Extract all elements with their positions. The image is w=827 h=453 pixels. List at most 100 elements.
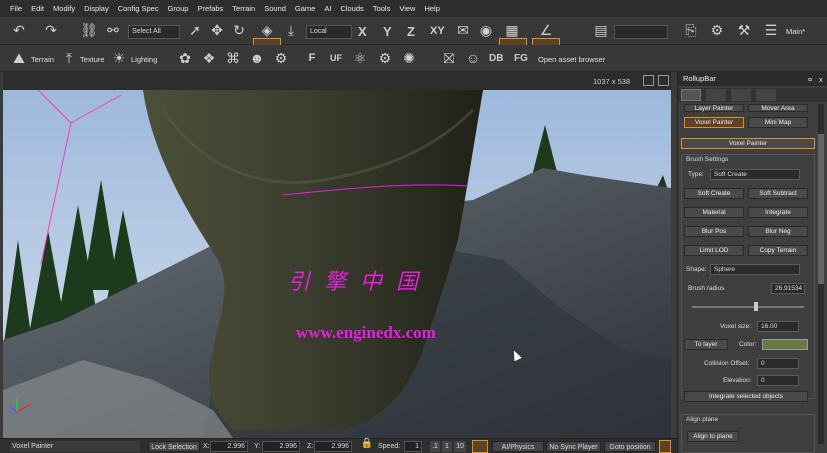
character-icon[interactable]: ☻ <box>248 50 266 68</box>
menu-ai[interactable]: AI <box>324 4 331 13</box>
soft-subtract-button[interactable]: Soft Subtract <box>748 188 808 199</box>
lock-icon[interactable]: 🔒 <box>358 436 376 453</box>
integrate-button[interactable]: Integrate <box>748 207 808 218</box>
mover-area-button[interactable]: Mover Area <box>748 104 808 112</box>
menu-file[interactable]: File <box>10 4 22 13</box>
lock-selection-button[interactable]: Lock Selection <box>148 441 200 452</box>
settings-icon[interactable]: ✺ <box>400 50 418 68</box>
ui-flowgraph-icon[interactable]: UF <box>327 50 345 68</box>
menu-tools[interactable]: Tools <box>373 4 391 13</box>
scale-icon[interactable]: ◈ <box>258 22 276 40</box>
integrate-selected-objects-button[interactable]: Integrate selected objects <box>684 391 808 402</box>
brush-radius-slider-thumb[interactable] <box>754 302 758 311</box>
type-dropdown[interactable]: Soft Create <box>710 169 800 180</box>
speed-1-button[interactable]: 1 <box>442 441 452 452</box>
terrain-button[interactable]: Terrain <box>31 55 54 64</box>
link-icon[interactable]: ⛓ <box>80 22 98 40</box>
color-swatch[interactable] <box>762 339 808 350</box>
rollup-scrollbar[interactable] <box>818 104 824 444</box>
move-icon[interactable]: ✥ <box>208 22 226 40</box>
voxel-size-input[interactable]: 16.00 <box>757 321 799 332</box>
flowgraph-f-icon[interactable]: F <box>303 50 321 68</box>
db-button[interactable]: DB <box>489 53 503 64</box>
camera-icon[interactable]: ◉ <box>477 22 495 40</box>
no-sync-player-button[interactable]: No Sync Player <box>546 441 601 452</box>
cog-icon[interactable]: ⚙ <box>376 50 394 68</box>
blur-pos-button[interactable]: Blur Pos <box>684 226 744 237</box>
axis-xy-button[interactable]: XY <box>430 25 445 37</box>
physics-toggle-icon[interactable] <box>472 440 488 453</box>
person-icon[interactable]: ☺ <box>464 50 482 68</box>
axis-z-button[interactable]: Z <box>407 24 415 39</box>
menu-modify[interactable]: Modify <box>53 4 75 13</box>
physics-icon[interactable]: ⚙ <box>708 22 726 40</box>
menu-view[interactable]: View <box>399 4 415 13</box>
align-to-plane-button[interactable]: Align to plane <box>687 431 739 442</box>
tab-layers-icon[interactable] <box>756 89 776 101</box>
undo-icon[interactable]: ↶ <box>10 22 28 40</box>
menu-sound[interactable]: Sound <box>264 4 286 13</box>
particles-icon[interactable]: ❖ <box>200 50 218 68</box>
voxel-painter-section[interactable]: Voxel Painter <box>681 138 815 149</box>
tab-modeling-icon[interactable] <box>731 89 751 101</box>
ai-physics-button[interactable]: AI/Physics <box>492 441 544 452</box>
speed-input[interactable]: 1 <box>404 441 422 452</box>
limit-lod-button[interactable]: Limit LOD <box>684 245 744 256</box>
soft-create-button[interactable]: Soft Create <box>684 188 744 199</box>
search-field[interactable] <box>614 25 668 39</box>
pipe-icon[interactable]: ⚒ <box>735 22 753 40</box>
angle-snap-icon[interactable]: ∠ <box>537 22 555 40</box>
to-layer-button[interactable]: To layer <box>684 339 728 350</box>
elevation-input[interactable]: 0 <box>757 375 799 386</box>
lighting-button[interactable]: Lighting <box>131 55 157 64</box>
menu-edit[interactable]: Edit <box>31 4 44 13</box>
menu-group[interactable]: Group <box>168 4 189 13</box>
voxel-painter-button[interactable]: Voxel Painter <box>684 117 744 128</box>
fg-button[interactable]: FG <box>514 53 528 64</box>
menu-game[interactable]: Game <box>295 4 315 13</box>
save-icon[interactable]: ▤ <box>592 22 610 40</box>
z-coordinate[interactable]: 2.996 <box>314 441 352 452</box>
terrain-icon[interactable]: ⛰ <box>10 50 28 68</box>
texture-button[interactable]: Texture <box>80 55 105 64</box>
copy-terrain-button[interactable]: Copy Terrain <box>748 245 808 256</box>
menu-config-spec[interactable]: Config Spec <box>118 4 159 13</box>
collision-offset-input[interactable]: 0 <box>757 358 799 369</box>
rollup-scrollbar-thumb[interactable] <box>818 134 824 284</box>
brush-radius-slider[interactable] <box>692 306 804 308</box>
maximize-icon[interactable] <box>643 75 654 86</box>
layers-icon[interactable]: ☰ <box>762 22 780 40</box>
axis-x-button[interactable]: X <box>358 24 367 39</box>
x-coordinate[interactable]: 2.996 <box>210 441 248 452</box>
goto-position-button[interactable]: Goto position <box>604 441 656 452</box>
close-icon[interactable]: x <box>819 75 823 84</box>
open-asset-browser-button[interactable]: Open asset browser <box>538 55 605 64</box>
grid-icon[interactable]: ▦ <box>503 22 521 40</box>
palette-icon[interactable]: ✿ <box>176 50 194 68</box>
speed-10-button[interactable]: 10 <box>454 441 466 452</box>
speed-01-button[interactable]: .1 <box>430 441 440 452</box>
select-icon[interactable]: ➚ <box>186 22 204 40</box>
layer-painter-button[interactable]: Layer Painter <box>684 104 744 112</box>
coord-system-dropdown[interactable]: Local <box>306 25 352 39</box>
tab-objects-icon[interactable] <box>681 89 701 101</box>
blur-neg-button[interactable]: Blur Neg <box>748 226 808 237</box>
envelope-icon[interactable]: ✉ <box>454 22 472 40</box>
axis-y-button[interactable]: Y <box>383 24 392 39</box>
graph-icon[interactable]: ⚙ <box>272 50 290 68</box>
entity-icon[interactable]: ⌘ <box>224 50 242 68</box>
selection-filter-dropdown[interactable]: Select All <box>128 25 180 39</box>
status-toggle-icon[interactable] <box>659 440 671 453</box>
snap-terrain-icon[interactable]: ⤓ <box>282 22 300 40</box>
material-button[interactable]: Material <box>684 207 744 218</box>
menu-prefabs[interactable]: Prefabs <box>197 4 223 13</box>
mini-map-button[interactable]: Mini Map <box>748 117 808 128</box>
viewport-3d[interactable]: 引擎中国 www.enginedx.com <box>3 90 671 438</box>
menu-terrain[interactable]: Terrain <box>232 4 255 13</box>
redo-icon[interactable]: ↷ <box>42 22 60 40</box>
tab-terrain-icon[interactable] <box>706 89 726 101</box>
y-coordinate[interactable]: 2.996 <box>262 441 300 452</box>
menu-clouds[interactable]: Clouds <box>340 4 363 13</box>
atom-icon[interactable]: ⚛ <box>351 50 369 68</box>
current-layer[interactable]: Main* <box>786 27 805 36</box>
